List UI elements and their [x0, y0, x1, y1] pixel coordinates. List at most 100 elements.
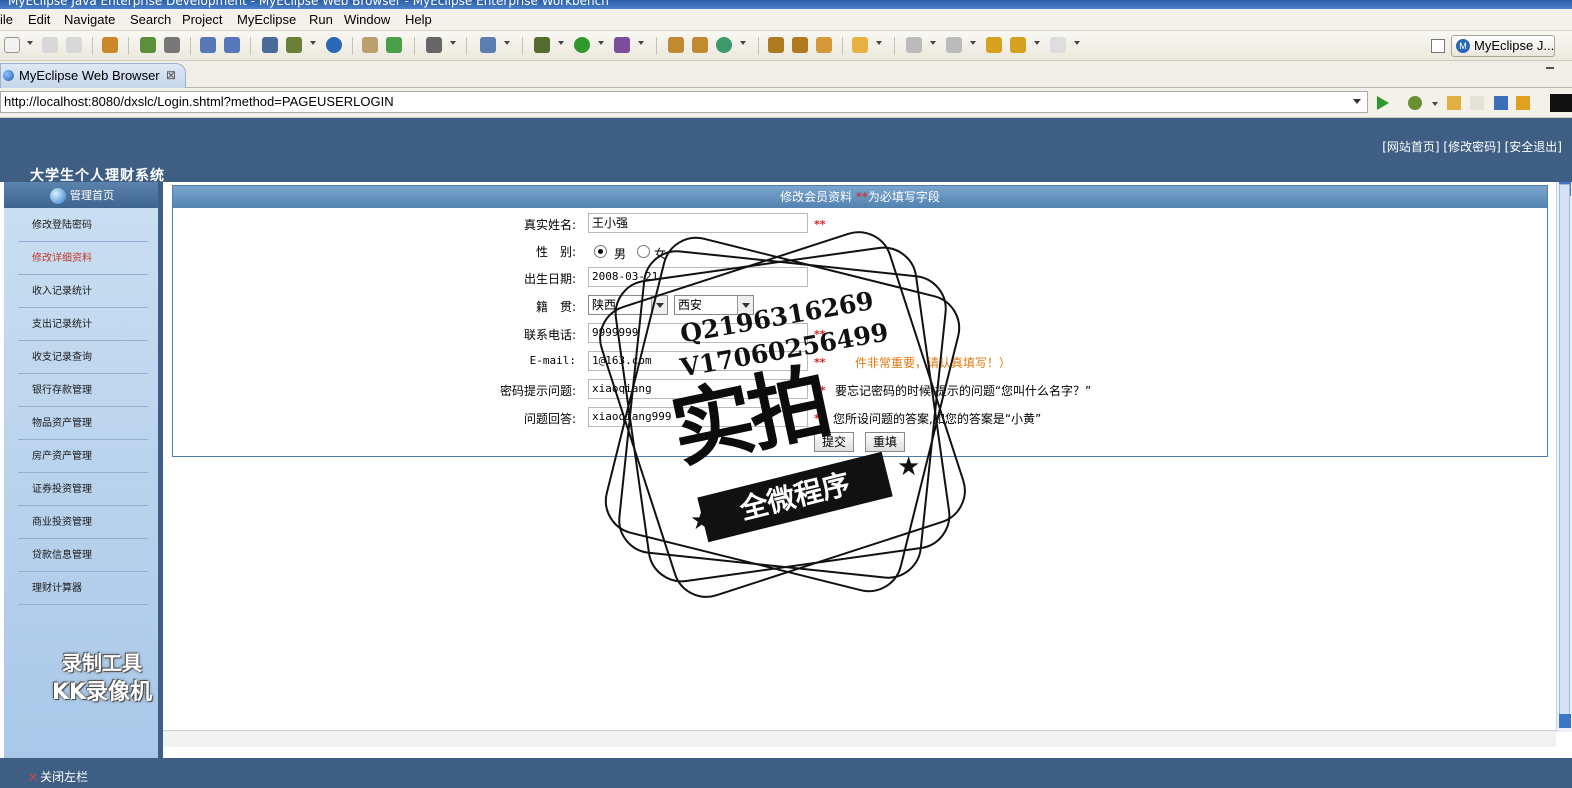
sidebar-item-change-password[interactable]: 修改登陆密码: [18, 209, 148, 242]
stop-icon[interactable]: [1494, 96, 1508, 110]
browser-icon[interactable]: [326, 37, 342, 53]
open-type-icon[interactable]: [362, 37, 378, 53]
chevron-down-icon[interactable]: [638, 41, 644, 45]
url-input[interactable]: http://localhost:8080/dxslc/Login.shtml?…: [0, 91, 1368, 113]
browser-forward-icon[interactable]: [1470, 96, 1484, 110]
form-header-note: 为必填写字段: [867, 190, 940, 204]
forward-icon[interactable]: [1050, 37, 1066, 53]
sidebar-item-securities[interactable]: 证券投资管理: [18, 473, 148, 506]
sidebar-item-records-query[interactable]: 收支记录查询: [18, 341, 148, 374]
menu-edit[interactable]: Edit: [28, 12, 50, 27]
menu-myeclipse[interactable]: MyEclipse: [237, 12, 296, 27]
link-change-password[interactable]: [修改密码]: [1443, 140, 1500, 154]
chevron-down-icon[interactable]: [598, 41, 604, 45]
link-logout[interactable]: [安全退出]: [1505, 140, 1562, 154]
deploy-icon[interactable]: [262, 37, 278, 53]
close-sidebar-link[interactable]: 关闭左栏: [28, 768, 88, 785]
pin-icon[interactable]: [792, 37, 808, 53]
chevron-down-icon[interactable]: [740, 41, 746, 45]
sidebar-item-loans[interactable]: 贷款信息管理: [18, 539, 148, 572]
chevron-down-icon[interactable]: [1034, 41, 1040, 45]
toolbar-separator: [414, 37, 415, 55]
sidebar-item-expense-stats[interactable]: 支出记录统计: [18, 308, 148, 341]
chevron-down-icon[interactable]: [876, 41, 882, 45]
run-icon[interactable]: [574, 37, 590, 53]
menu-run[interactable]: Run: [309, 12, 333, 27]
open-folder-icon[interactable]: [768, 37, 784, 53]
print-icon[interactable]: [66, 37, 82, 53]
sidebar-item-business-invest[interactable]: 商业投资管理: [18, 506, 148, 539]
last-edit-icon[interactable]: [986, 37, 1002, 53]
sidebar-header[interactable]: 管理首页: [4, 182, 158, 208]
coverage-icon[interactable]: [716, 37, 732, 53]
close-icon[interactable]: ⊠: [166, 64, 176, 87]
camera-icon[interactable]: [426, 37, 442, 53]
required-marker: **: [855, 190, 868, 204]
back-icon[interactable]: [1010, 37, 1026, 53]
menu-search[interactable]: Search: [130, 12, 171, 27]
package-icon[interactable]: [102, 37, 118, 53]
chevron-down-icon[interactable]: [450, 41, 456, 45]
required-marker: **: [814, 218, 826, 231]
chevron-down-icon[interactable]: [310, 41, 316, 45]
chevron-down-icon[interactable]: [504, 41, 510, 45]
external-tools-icon[interactable]: [614, 37, 630, 53]
menu-file[interactable]: ile: [0, 12, 13, 27]
myeclipse-perspective-button[interactable]: M MyEclipse J...: [1451, 35, 1555, 57]
chevron-down-icon[interactable]: [1432, 102, 1438, 106]
sidebar-item-bank-deposits[interactable]: 银行存款管理: [18, 374, 148, 407]
server-icon[interactable]: [164, 37, 180, 53]
browser-back-icon[interactable]: [1447, 96, 1461, 110]
chevron-down-icon[interactable]: [930, 41, 936, 45]
open-resource-icon[interactable]: [852, 37, 868, 53]
debug-icon[interactable]: [140, 37, 156, 53]
new-class-icon[interactable]: [668, 37, 684, 53]
menu-navigate[interactable]: Navigate: [64, 12, 115, 27]
main-toolbar: M MyEclipse J...: [0, 31, 1572, 61]
new-package-icon[interactable]: [692, 37, 708, 53]
scrollbar-thumb[interactable]: [1559, 184, 1570, 724]
add-icon[interactable]: [386, 37, 402, 53]
horizontal-scrollbar[interactable]: [163, 730, 1556, 747]
favorites-icon[interactable]: [1408, 96, 1422, 110]
bug-icon[interactable]: [534, 37, 550, 53]
menu-help[interactable]: Help: [405, 12, 432, 27]
minimize-icon[interactable]: [1546, 67, 1554, 69]
toolbar-separator: [128, 37, 129, 55]
sidebar-item-property-assets[interactable]: 房产资产管理: [18, 440, 148, 473]
wizard-icon[interactable]: [224, 37, 240, 53]
url-history-dropdown-icon[interactable]: [1353, 99, 1361, 104]
save-icon[interactable]: [42, 37, 58, 53]
open-perspective-icon[interactable]: [1431, 39, 1445, 53]
chevron-down-icon[interactable]: [1074, 41, 1080, 45]
go-icon[interactable]: [1377, 96, 1389, 110]
chevron-down-icon[interactable]: [970, 41, 976, 45]
new-icon[interactable]: [4, 37, 20, 53]
real-name-input[interactable]: 王小强: [588, 213, 808, 233]
refresh-icon[interactable]: [1516, 96, 1530, 110]
toolbar-separator: [92, 37, 93, 55]
toolbar-separator: [656, 37, 657, 55]
wizard-icon[interactable]: [200, 37, 216, 53]
sidebar-item-income-stats[interactable]: 收入记录统计: [18, 275, 148, 308]
sidebar-item-calculator[interactable]: 理财计算器: [18, 572, 148, 605]
earth-icon: [50, 188, 66, 204]
sidebar-item-goods-assets[interactable]: 物品资产管理: [18, 407, 148, 440]
tab-web-browser[interactable]: MyEclipse Web Browser ⊠: [0, 63, 186, 88]
menu-project[interactable]: Project: [182, 12, 222, 27]
new-file-icon[interactable]: [480, 37, 496, 53]
scroll-down-icon[interactable]: [1559, 714, 1571, 728]
run-server-icon[interactable]: [286, 37, 302, 53]
prev-annotation-icon[interactable]: [946, 37, 962, 53]
next-annotation-icon[interactable]: [906, 37, 922, 53]
folder-icon[interactable]: [816, 37, 832, 53]
form-header-text: 修改会员资料: [780, 190, 856, 204]
new-dropdown-icon[interactable]: [27, 41, 33, 45]
chevron-down-icon[interactable]: [558, 41, 564, 45]
menu-window[interactable]: Window: [344, 12, 390, 27]
vertical-scrollbar[interactable]: [1556, 182, 1572, 732]
menu-bar: ile Edit Navigate Search Project MyEclip…: [0, 9, 1572, 31]
link-home[interactable]: [网站首页]: [1382, 140, 1439, 154]
sidebar-item-edit-profile[interactable]: 修改详细资料: [18, 242, 148, 275]
view-menu-icon[interactable]: [1550, 94, 1572, 112]
